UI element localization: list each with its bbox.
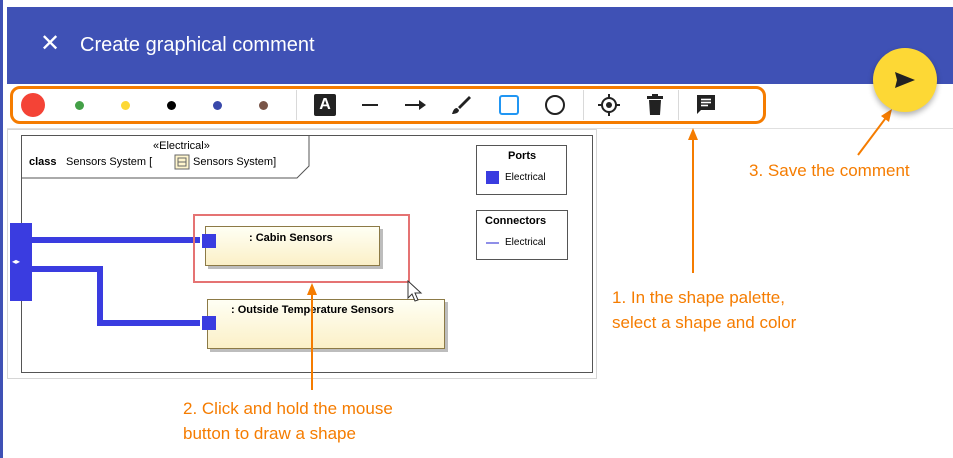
- connectors-legend-title: Connectors: [485, 215, 547, 227]
- dialog-title: Create graphical comment: [80, 34, 315, 56]
- ports-legend-title: Ports: [508, 150, 537, 162]
- left-edge-bar: [0, 0, 3, 458]
- save-comment-button[interactable]: [873, 48, 937, 112]
- step1-annotation-line2: select a shape and color: [612, 313, 797, 332]
- class-name: Sensors System [: [66, 156, 153, 168]
- outside-sensors-port[interactable]: [202, 316, 216, 330]
- step2-annotation-line2: button to draw a shape: [183, 424, 356, 443]
- step3-annotation: 3. Save the comment: [749, 161, 910, 180]
- ports-legend-swatch: [486, 171, 499, 184]
- part-label: : Outside Temperature Sensors: [231, 304, 395, 316]
- connectors-legend-swatch: [486, 242, 499, 244]
- drawn-rectangle[interactable]: [193, 214, 410, 283]
- close-icon[interactable]: ✕: [40, 30, 60, 57]
- class-type: Sensors System]: [193, 156, 277, 168]
- step1-annotation-line1: 1. In the shape palette,: [612, 288, 785, 307]
- block-type-icon: [174, 154, 190, 170]
- close-button[interactable]: ✕: [40, 31, 60, 57]
- dialog-header: ✕ Create graphical comment: [7, 7, 953, 84]
- ports-legend-item: Electrical: [505, 172, 546, 183]
- send-icon[interactable]: [894, 71, 916, 89]
- connectors-legend-item: Electrical: [505, 237, 546, 248]
- class-keyword: class: [29, 156, 57, 168]
- step2-annotation-line1: 2. Click and hold the mouse: [183, 399, 393, 418]
- stereotype-label: «Electrical»: [153, 140, 210, 152]
- palette-highlight: [10, 86, 766, 124]
- port-direction-icon: ◂▸: [12, 257, 21, 266]
- mouse-cursor-icon: [407, 280, 423, 302]
- connector-wires: [32, 237, 200, 326]
